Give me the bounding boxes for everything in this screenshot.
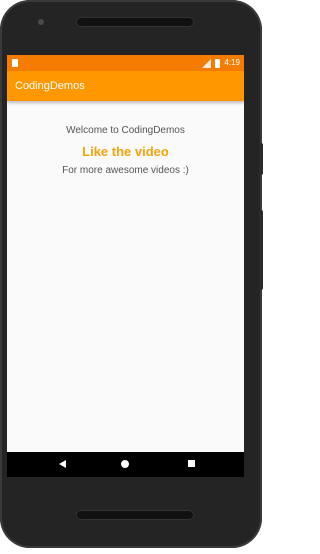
home-icon[interactable]: [121, 460, 129, 468]
app-title: CodingDemos: [15, 80, 85, 92]
main-content: Welcome to CodingDemos Like the video Fo…: [7, 115, 244, 176]
back-icon[interactable]: [59, 460, 66, 468]
battery-icon: [215, 58, 221, 68]
app-bar: CodingDemos: [7, 71, 244, 101]
status-bar: 4:19: [7, 55, 244, 71]
more-videos-text: For more awesome videos :): [62, 165, 189, 176]
navigation-bar: [7, 452, 244, 477]
phone-frame: 4:19 CodingDemos Welcome to CodingDemos …: [0, 0, 262, 548]
power-button[interactable]: [259, 143, 263, 175]
camera-icon: [38, 19, 44, 25]
notification-icon: [12, 59, 18, 67]
top-speaker: [76, 17, 194, 27]
welcome-text: Welcome to CodingDemos: [66, 125, 185, 136]
recent-apps-icon[interactable]: [188, 460, 195, 467]
status-indicators: 4:19: [202, 58, 240, 68]
volume-button[interactable]: [259, 210, 263, 290]
bottom-speaker: [76, 510, 194, 520]
signal-icon: [202, 58, 212, 68]
screen: 4:19 CodingDemos Welcome to CodingDemos …: [7, 55, 244, 477]
like-video-text: Like the video: [82, 144, 169, 159]
status-time: 4:19: [224, 58, 240, 67]
